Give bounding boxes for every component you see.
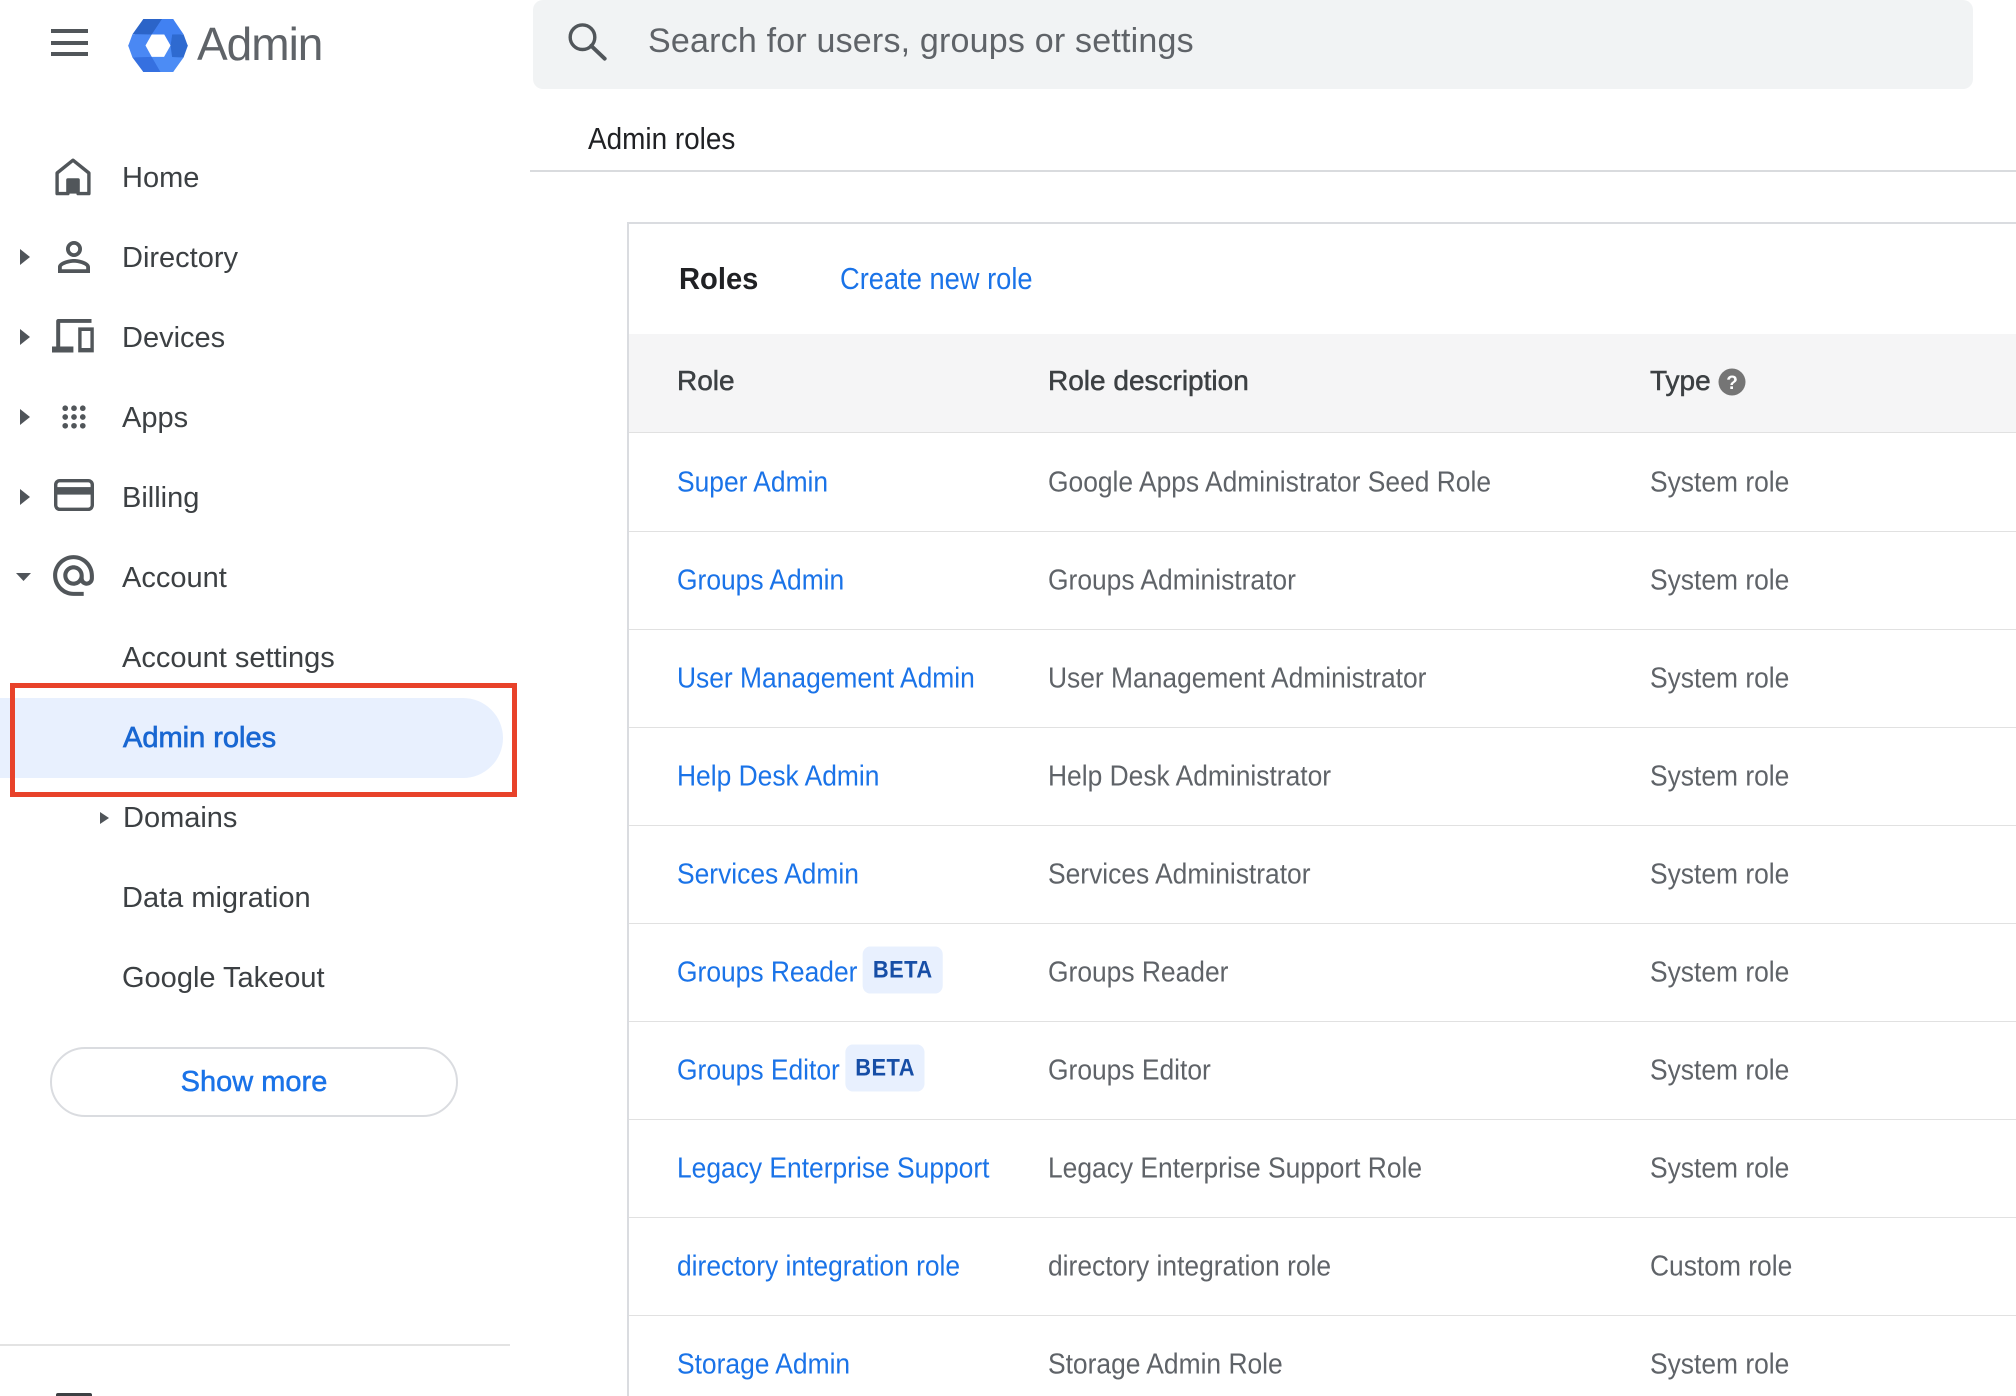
svg-text:?: ? bbox=[1726, 373, 1738, 394]
